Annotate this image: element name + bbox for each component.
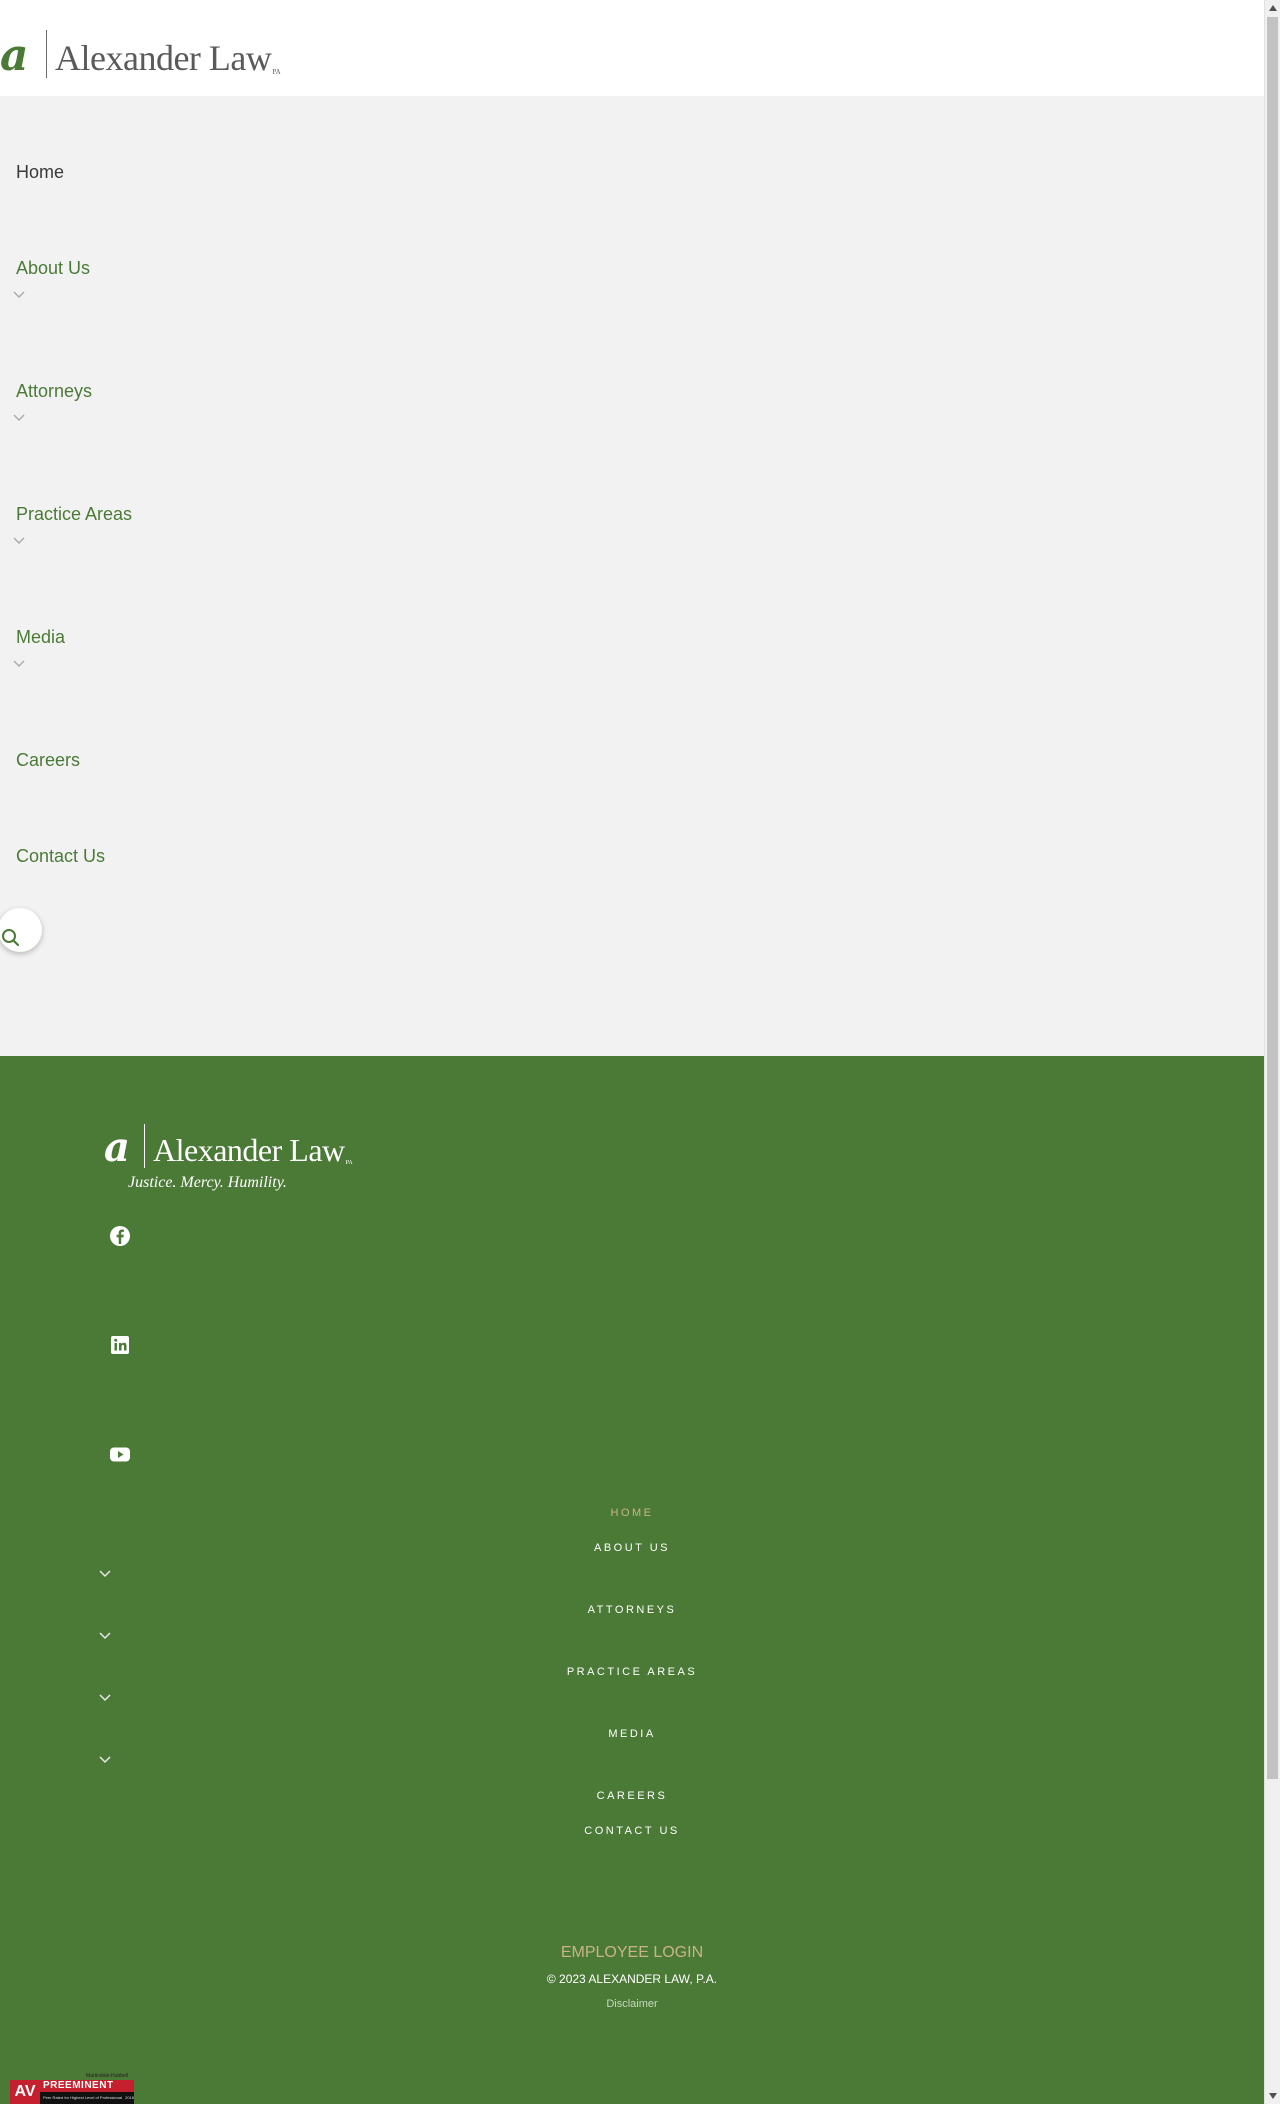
footer-nav-practice-areas[interactable]: PRACTICE AREAS [0, 1666, 1264, 1678]
menu-item-media[interactable]: Media [16, 627, 65, 648]
copyright-text: © 2023 ALEXANDER LAW, P.A. [546, 1972, 718, 1986]
chevron-down-icon[interactable] [98, 1690, 112, 1702]
chevron-down-icon[interactable] [12, 536, 26, 546]
chevron-down-icon[interactable] [12, 659, 26, 669]
logo-text: Alexander Law [55, 38, 272, 78]
menu-item-careers[interactable]: Careers [16, 750, 80, 771]
scroll-up-arrow-icon[interactable] [1265, 0, 1280, 16]
search-button[interactable] [0, 908, 42, 952]
footer-logo-suffix: PA [345, 1160, 353, 1166]
site-logo[interactable]: a Alexander Law PA [0, 30, 281, 78]
facebook-icon[interactable] [108, 1224, 132, 1248]
logo-suffix: PA [272, 68, 281, 76]
site-footer: a Alexander Law PA Justice. Mercy. Humil… [0, 1056, 1264, 2104]
site-header: a Alexander Law PA [0, 0, 1264, 96]
footer-nav-attorneys[interactable]: ATTORNEYS [0, 1604, 1264, 1616]
scroll-down-arrow-icon[interactable] [1265, 2088, 1280, 2104]
linkedin-icon[interactable] [108, 1333, 132, 1357]
footer-nav-contact-us[interactable]: CONTACT US [0, 1825, 1264, 1837]
menu-item-about-us[interactable]: About Us [16, 258, 90, 279]
menu-item-home[interactable]: Home [16, 162, 64, 183]
youtube-icon[interactable] [108, 1442, 132, 1466]
mobile-menu: Home About Us Attorneys Practice Areas M… [0, 96, 1264, 1056]
search-icon [2, 929, 20, 947]
menu-item-attorneys[interactable]: Attorneys [16, 381, 92, 402]
chevron-down-icon[interactable] [12, 413, 26, 423]
footer-logo[interactable]: a Alexander Law PA Justice. Mercy. Humil… [104, 1124, 353, 1192]
badge-sub-text: Peer Rated for Highest Level of Professi… [43, 2095, 122, 2100]
footer-logo-divider [144, 1124, 145, 1168]
chevron-down-icon[interactable] [98, 1566, 112, 1578]
badge-av: AV [10, 2080, 40, 2104]
footer-nav-home[interactable]: HOME [0, 1507, 1264, 1519]
logo-divider [46, 30, 47, 78]
footer-nav-media[interactable]: MEDIA [0, 1728, 1264, 1740]
scrollbar-thumb[interactable] [1267, 17, 1278, 1779]
footer-nav-careers[interactable]: CAREERS [0, 1790, 1264, 1802]
av-preeminent-badge[interactable]: Martindale-Hubbell AV PREEMINENT Peer Ra… [10, 2072, 134, 2104]
badge-year: 2018 [125, 2095, 134, 2100]
badge-top-text: Martindale-Hubbell [86, 2073, 128, 2079]
footer-logo-text: Alexander Law [153, 1132, 345, 1168]
disclaimer-link[interactable]: Disclaimer [0, 1998, 1264, 2008]
menu-item-contact-us[interactable]: Contact Us [16, 846, 105, 867]
menu-item-practice-areas[interactable]: Practice Areas [16, 504, 132, 525]
chevron-down-icon[interactable] [98, 1752, 112, 1764]
footer-logo-mark: a [104, 1124, 130, 1171]
logo-mark: a [0, 30, 29, 81]
page: a Alexander Law PA Home About Us Attorne… [0, 0, 1264, 2104]
vertical-scrollbar[interactable] [1264, 0, 1280, 2104]
chevron-down-icon[interactable] [12, 290, 26, 300]
chevron-down-icon[interactable] [98, 1628, 112, 1640]
badge-preeminent: PREEMINENT [43, 2080, 114, 2091]
footer-tagline: Justice. Mercy. Humility. [128, 1174, 287, 1191]
footer-nav-about-us[interactable]: ABOUT US [0, 1542, 1264, 1554]
employee-login-link[interactable]: EMPLOYEE LOGIN [0, 1944, 1264, 1962]
